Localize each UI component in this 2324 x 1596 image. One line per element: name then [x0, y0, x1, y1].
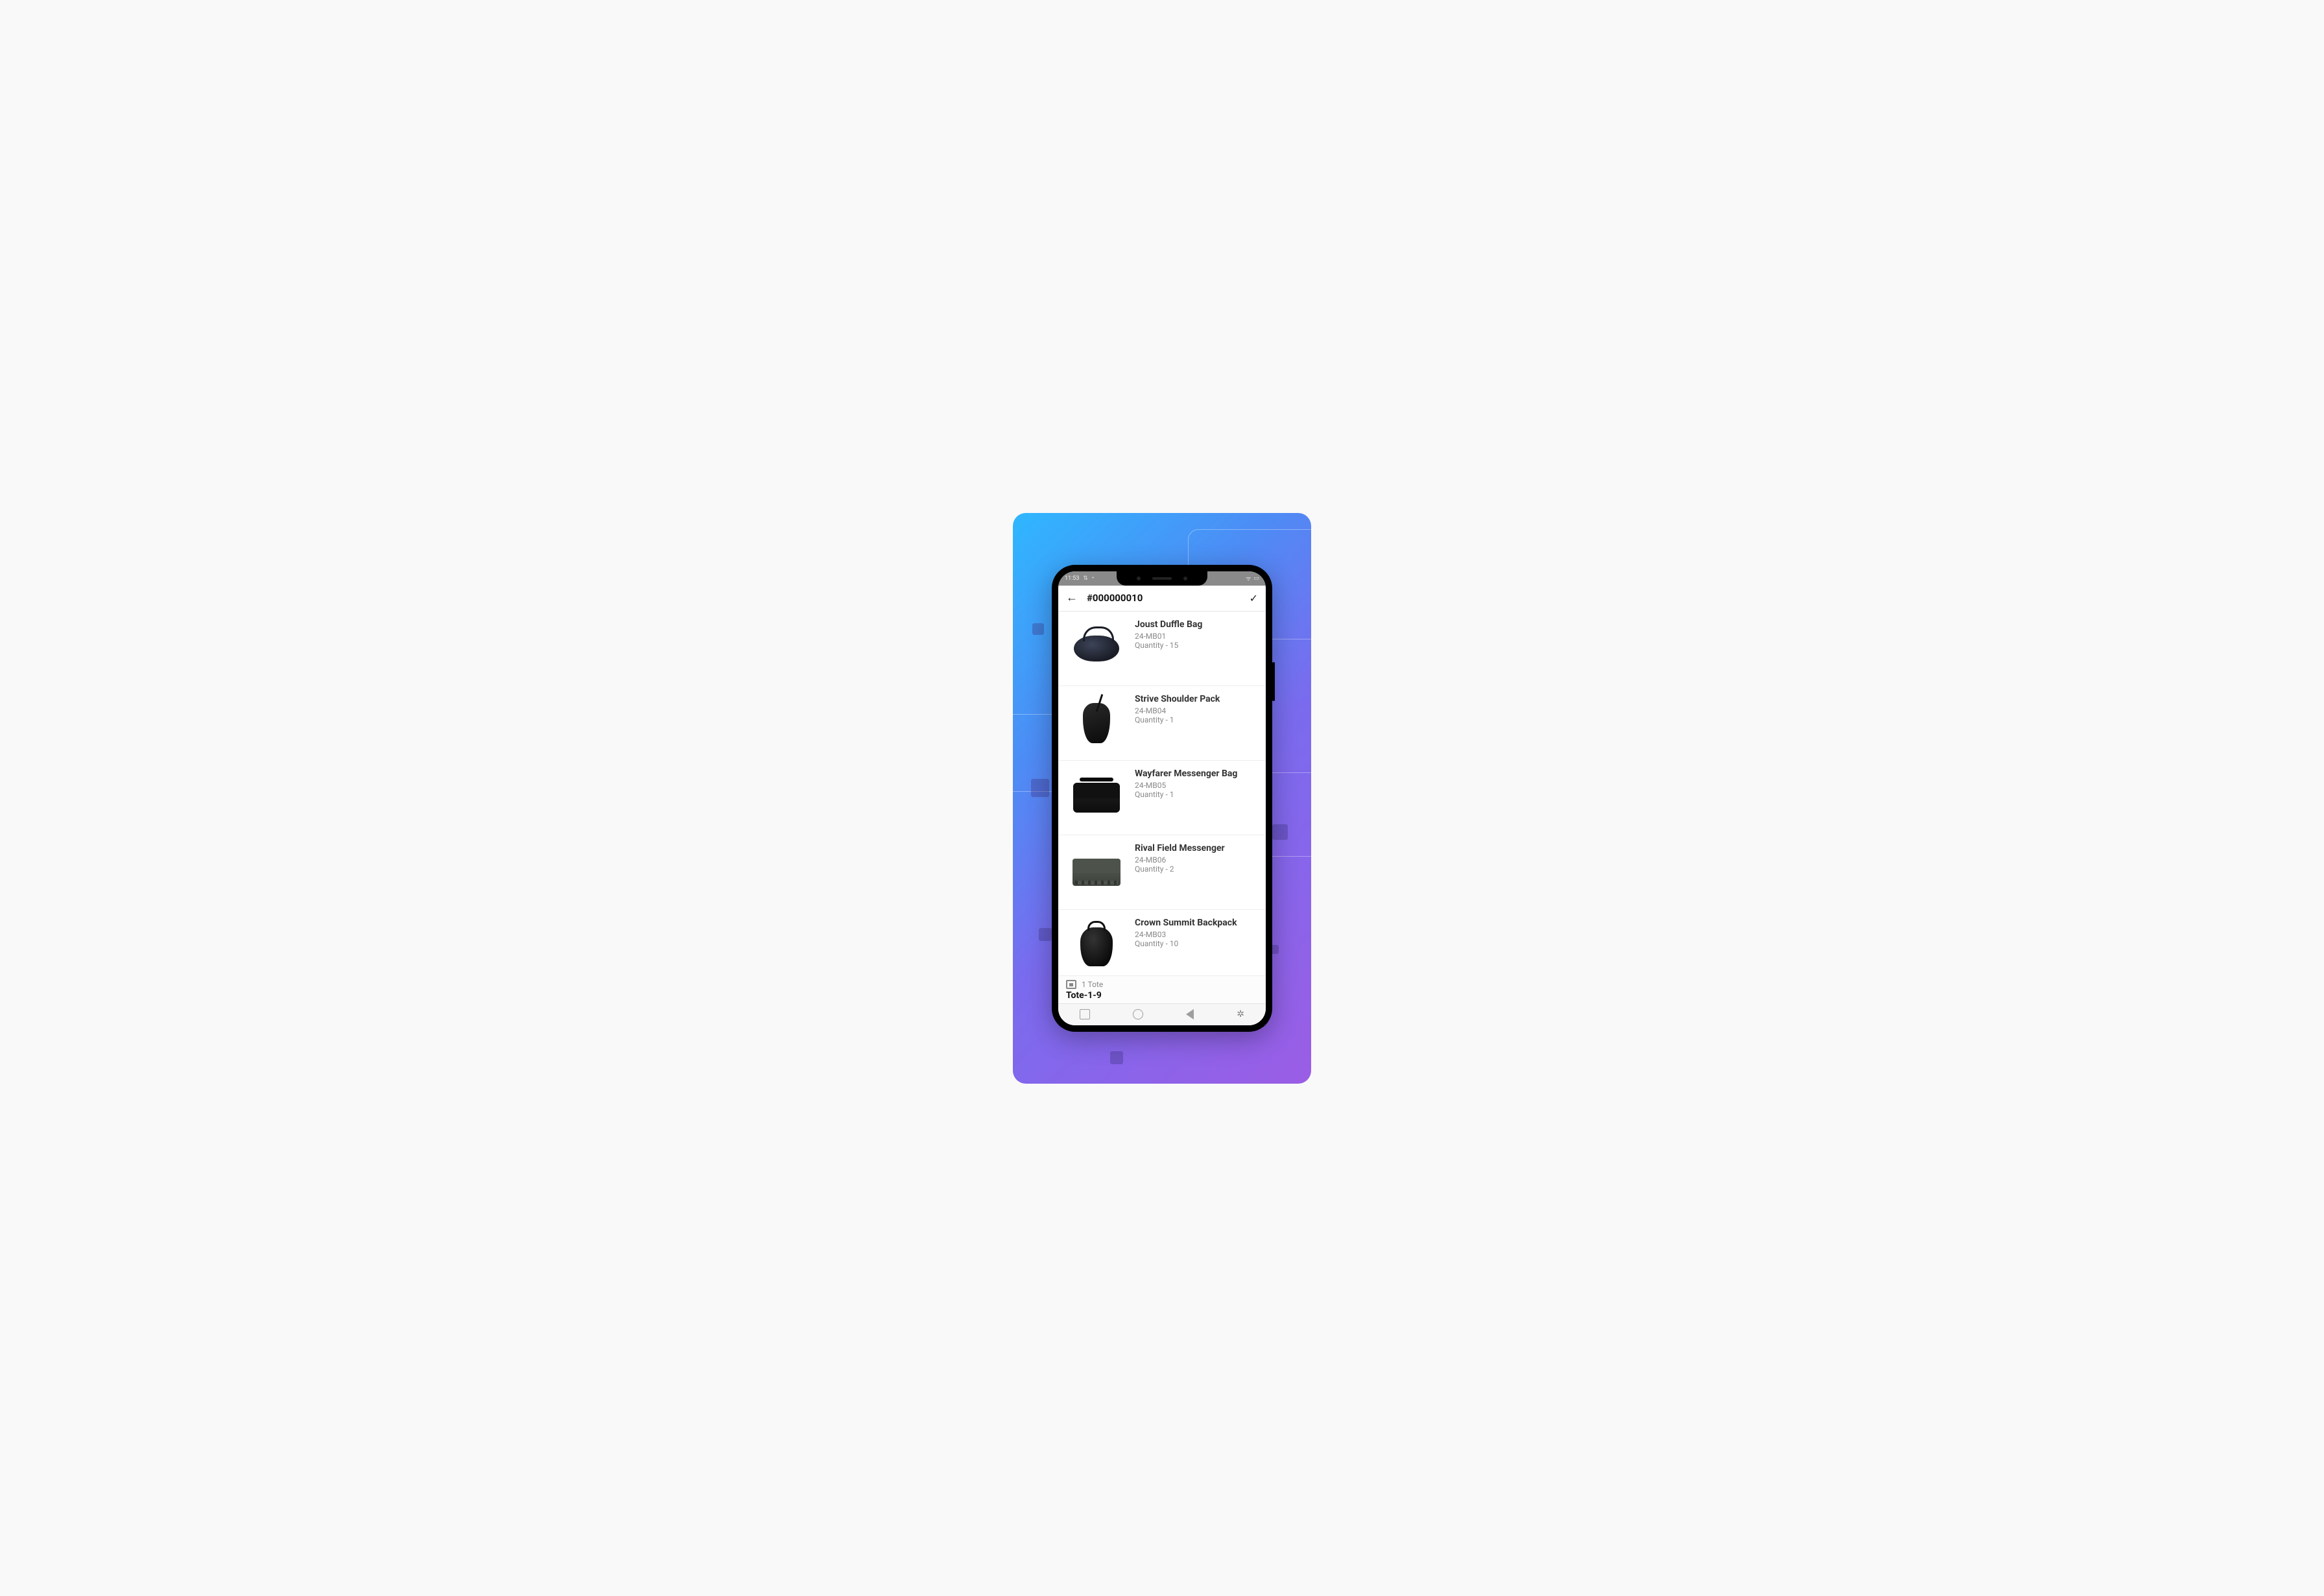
product-quantity: Quantity - 1 — [1135, 790, 1237, 799]
order-number-title: #000000010 — [1087, 592, 1240, 604]
battery-icon: ▭ — [1253, 575, 1259, 582]
android-nav-bar: ✲ — [1058, 1003, 1266, 1025]
product-name: Wayfarer Messenger Bag — [1135, 768, 1237, 779]
status-time: 11:53 — [1065, 575, 1079, 582]
tote-name: Tote-1-9 — [1066, 990, 1258, 1001]
phone-frame: 11:53 ⇅ • ᯤ ▭ ← #000000010 ✓ Joust Duffl… — [1052, 565, 1272, 1032]
product-sku: 24-MB01 — [1135, 632, 1202, 641]
back-button[interactable]: ← — [1066, 592, 1078, 604]
product-quantity: Quantity - 10 — [1135, 939, 1237, 948]
product-quantity: Quantity - 2 — [1135, 864, 1225, 874]
confirm-button[interactable]: ✓ — [1250, 592, 1258, 604]
status-extra-icon: • — [1092, 575, 1094, 582]
product-list-item[interactable]: Rival Field Messenger 24-MB06Quantity - 2 — [1058, 835, 1266, 910]
product-sku: 24-MB03 — [1135, 930, 1237, 939]
decoration — [1039, 928, 1052, 941]
product-list[interactable]: Joust Duffle Bag 24-MB01Quantity - 15 Stri… — [1058, 612, 1266, 975]
product-name: Joust Duffle Bag — [1135, 619, 1202, 630]
phone-screen: 11:53 ⇅ • ᯤ ▭ ← #000000010 ✓ Joust Duffl… — [1058, 571, 1266, 1025]
product-name: Strive Shoulder Pack — [1135, 694, 1220, 704]
app-bar: ← #000000010 ✓ — [1058, 586, 1266, 612]
home-button[interactable] — [1133, 1009, 1143, 1019]
back-nav-button[interactable] — [1186, 1009, 1194, 1019]
product-list-item[interactable]: Wayfarer Messenger Bag 24-MB05Quantity - … — [1058, 761, 1266, 835]
product-sku: 24-MB04 — [1135, 706, 1220, 715]
product-thumbnail — [1067, 768, 1126, 827]
product-thumbnail — [1067, 619, 1126, 678]
product-name: Rival Field Messenger — [1135, 843, 1225, 853]
recent-apps-button[interactable] — [1080, 1009, 1090, 1019]
product-list-item[interactable]: Joust Duffle Bag 24-MB01Quantity - 15 — [1058, 612, 1266, 686]
tote-icon — [1066, 980, 1076, 989]
product-name: Crown Summit Backpack — [1135, 918, 1237, 928]
product-sku: 24-MB05 — [1135, 781, 1237, 790]
decoration — [1031, 779, 1049, 797]
signal-icon: ⇅ — [1083, 575, 1088, 582]
product-list-item[interactable]: Crown Summit Backpack 24-MB03Quantity - 1… — [1058, 910, 1266, 975]
gradient-card: 11:53 ⇅ • ᯤ ▭ ← #000000010 ✓ Joust Duffl… — [1013, 513, 1311, 1084]
decoration — [1110, 1051, 1123, 1064]
accessibility-icon[interactable]: ✲ — [1237, 1009, 1244, 1019]
product-thumbnail — [1067, 694, 1126, 752]
product-list-item[interactable]: Strive Shoulder Pack 24-MB04Quantity - 1 — [1058, 686, 1266, 761]
wifi-icon: ᯤ — [1246, 574, 1251, 582]
product-quantity: Quantity - 1 — [1135, 715, 1220, 724]
tote-count: 1 Tote — [1082, 980, 1103, 989]
product-sku: 24-MB06 — [1135, 855, 1225, 864]
product-quantity: Quantity - 15 — [1135, 641, 1202, 650]
product-thumbnail — [1067, 918, 1126, 975]
tote-bar[interactable]: 1 Tote Tote-1-9 — [1058, 975, 1266, 1003]
phone-notch — [1117, 571, 1207, 586]
decoration — [1032, 623, 1044, 635]
decoration — [1272, 824, 1288, 840]
product-thumbnail — [1067, 843, 1126, 901]
